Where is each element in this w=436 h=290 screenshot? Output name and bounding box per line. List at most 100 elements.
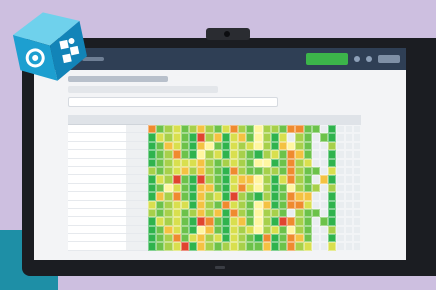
heat-cell [319, 175, 329, 184]
heat-cell [205, 133, 214, 142]
heat-cell [303, 200, 312, 209]
heat-cell [221, 150, 230, 159]
heat-cell [172, 225, 181, 235]
row-label-cell [126, 158, 148, 167]
heat-cell [221, 158, 230, 167]
heat-cell [180, 158, 189, 167]
row-name-cell [68, 133, 126, 142]
heat-cell [311, 150, 320, 159]
heat-cell [262, 133, 271, 142]
heat-cell [279, 125, 288, 134]
heat-cell [303, 141, 312, 151]
heat-cell [205, 125, 214, 134]
heat-cell [188, 141, 198, 151]
power-led [215, 265, 225, 269]
row-label-cell [126, 133, 148, 142]
heat-cell [164, 141, 173, 151]
heat-cell [205, 208, 214, 218]
heat-cell [352, 150, 361, 159]
heat-cell [254, 200, 263, 209]
heat-cell [188, 175, 198, 184]
heat-cell [303, 133, 312, 142]
heat-cell [205, 158, 214, 167]
filter-bar[interactable] [68, 86, 218, 93]
heat-cell [287, 166, 296, 176]
heat-cell [311, 166, 320, 176]
heat-cell [197, 141, 206, 151]
heat-cell [328, 234, 337, 243]
heat-cell [303, 125, 312, 134]
heat-cell [156, 192, 165, 201]
heat-cell [279, 200, 288, 209]
heat-cell [213, 125, 222, 134]
heat-cell [172, 133, 181, 142]
heat-cell [287, 192, 296, 201]
heat-cell [180, 200, 189, 209]
heat-cell [180, 175, 189, 184]
heat-cell [319, 133, 329, 142]
heat-cell [188, 133, 198, 142]
heat-cell [205, 175, 214, 184]
primary-action-button[interactable] [306, 53, 348, 65]
heat-cell [319, 208, 329, 218]
heat-cell [221, 166, 230, 176]
search-input[interactable] [68, 97, 278, 107]
heat-cell [344, 225, 353, 235]
heat-cell [229, 208, 239, 218]
heat-cell [270, 225, 279, 235]
heat-cell [213, 225, 222, 235]
heat-cell [262, 158, 271, 167]
heat-cell [287, 183, 296, 193]
heatmap-grid [148, 125, 361, 251]
heat-cell [254, 125, 263, 134]
heat-cell [303, 242, 312, 251]
heat-cell [180, 150, 189, 159]
heat-cell [156, 242, 165, 251]
heat-cell [221, 141, 230, 151]
user-menu[interactable] [378, 55, 400, 63]
heat-cell [180, 217, 189, 226]
heat-cell [311, 200, 320, 209]
heat-cell [164, 166, 173, 176]
heat-cell [164, 217, 173, 226]
heat-cell [287, 150, 296, 159]
heat-cell [172, 183, 181, 193]
heat-cell [319, 200, 329, 209]
heat-cell [213, 150, 222, 159]
heat-cell [156, 133, 165, 142]
heat-cell [279, 225, 288, 235]
heat-cell [172, 192, 181, 201]
heat-cell [254, 175, 263, 184]
heat-cell [164, 125, 173, 134]
heat-cell [279, 141, 288, 151]
heat-cell [328, 125, 337, 134]
heat-cell [328, 217, 337, 226]
heat-cell [172, 125, 181, 134]
heat-cell [279, 166, 288, 176]
row-labels-column [126, 115, 148, 251]
heat-cell [303, 208, 312, 218]
notification-icon[interactable] [354, 56, 360, 62]
heat-cell [172, 150, 181, 159]
heat-cell [164, 242, 173, 251]
heat-cell [180, 242, 189, 251]
heat-cell [254, 225, 263, 235]
heat-cell [295, 242, 304, 251]
row-label-cell [126, 200, 148, 209]
heat-cell [319, 125, 329, 134]
heat-cell [328, 175, 337, 184]
settings-icon[interactable] [366, 56, 372, 62]
heat-cell [238, 200, 247, 209]
row-name-cell [68, 242, 126, 251]
heat-cell [287, 200, 296, 209]
heat-cell [238, 141, 247, 151]
heat-cell [279, 158, 288, 167]
heat-cell [197, 150, 206, 159]
heat-cell [295, 125, 304, 134]
heat-cell [229, 183, 239, 193]
heat-cell [311, 192, 320, 201]
heat-cell [238, 183, 247, 193]
heat-cell [303, 183, 312, 193]
heat-cell [164, 192, 173, 201]
heat-cell [352, 133, 361, 142]
